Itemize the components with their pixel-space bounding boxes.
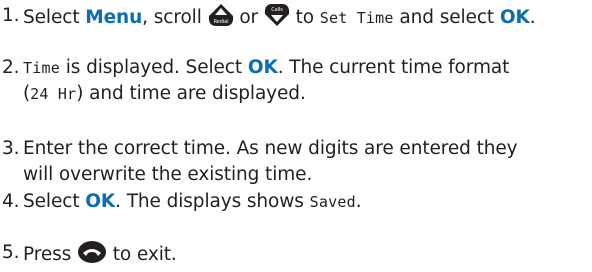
step-number: 4. [2,191,20,212]
step-number: 2. [2,57,20,78]
or-word: or [239,7,259,28]
and-select-words: and select [399,7,495,28]
text-segment: Select [23,191,86,212]
ok-softkey-label: OK [85,191,116,212]
down-arrow-calls-key-icon: Calls [264,3,290,35]
select-word: Select [23,7,80,28]
period: . [529,7,536,28]
end-call-handset-icon [77,240,107,272]
step-number: 1. [2,5,20,26]
to-exit-words: to exit. [112,244,177,265]
text-segment: ) and time are displayed. [76,83,306,104]
period: . [355,191,362,212]
up-arrow-redial-key-icon: Redial [208,3,234,35]
press-word: Press [23,244,72,265]
calls-key-label: Calls [271,7,283,13]
text-segment: . The displays shows [115,191,310,212]
text-line: will overwrite the existing time. [23,164,313,185]
text-segment: is displayed. Select [59,57,248,78]
step-text: Select OK. The displays shows Saved. [23,189,589,215]
ok-softkey-label: OK [247,57,278,78]
step-number: 5. [2,242,20,263]
step-text: Press to exit. [23,240,589,272]
to-word: to [295,7,314,28]
text-line: Enter the correct time. As new digits ar… [23,138,518,159]
instruction-steps: 1. Select Menu, scroll Redial or Calls t… [0,0,592,267]
ok-softkey-label: OK [499,7,530,28]
set-time-display-text: Set Time [319,9,394,27]
step-text: Select Menu, scroll Redial or Calls to S… [23,3,589,35]
time-format-display-text: 24 Hr [30,85,77,103]
step-text: Enter the correct time. As new digits ar… [23,136,589,188]
saved-display-text: Saved [309,193,356,211]
time-display-text: Time [23,59,60,77]
menu-softkey-label: Menu [85,7,143,28]
scroll-word: , scroll [142,7,202,28]
redial-key-label: Redial [213,19,228,25]
text-segment: . The current time format [277,57,510,78]
step-number: 3. [2,138,20,159]
step-text: Time is displayed. Select OK. The curren… [23,55,589,107]
